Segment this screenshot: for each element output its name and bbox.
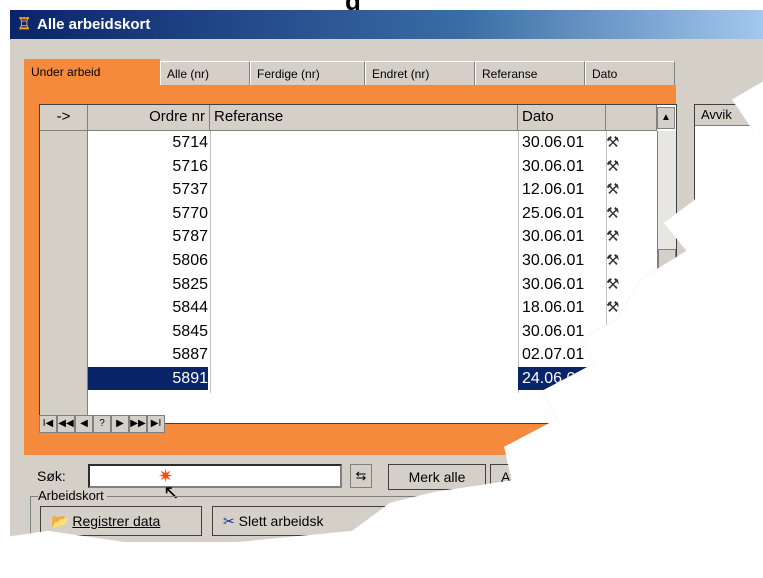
- delete-icon: ✂: [223, 513, 235, 529]
- window-title: Alle arbeidskort: [37, 16, 151, 33]
- dato-cell: 24.06.0: [518, 367, 602, 390]
- ordre-nr-cell: 5887: [172, 346, 208, 364]
- ordre-nr-cell: 5806: [172, 252, 208, 269]
- tab-referanse[interactable]: Referanse: [475, 61, 585, 85]
- indicator-header[interactable]: ->: [40, 105, 88, 131]
- table-row[interactable]: 5737 12.06.01 ⚒: [40, 178, 619, 201]
- hammer-icon[interactable]: ⚒: [606, 251, 628, 270]
- hammer-icon[interactable]: ⚒: [606, 204, 628, 223]
- dato-cell: 02.07.01: [522, 346, 585, 364]
- ordre-nr-cell: 5845: [172, 322, 208, 340]
- hammer-icon[interactable]: ⚒: [606, 227, 628, 246]
- ordre-nr-cell: 5737: [172, 181, 208, 199]
- vertical-scrollbar[interactable]: [657, 131, 676, 393]
- table-row[interactable]: 5806 30.06.01 ⚒: [40, 249, 619, 272]
- tool-header[interactable]: [606, 105, 657, 131]
- ordre-nr-cell: 5844: [172, 299, 208, 317]
- registrer-data-button[interactable]: 📂 Registrer data: [40, 506, 202, 536]
- hammer-icon[interactable]: ⚒: [606, 322, 628, 341]
- search-button[interactable]: ⇆: [350, 464, 372, 488]
- nav-prev-page-button[interactable]: ◀◀: [57, 415, 75, 433]
- arbeidskort-group-label: Arbeidskort: [38, 488, 107, 503]
- dato-header[interactable]: Dato: [518, 105, 606, 131]
- table-row[interactable]: 5825 30.06.01 ⚒: [40, 273, 619, 296]
- dato-cell: 30.06.01: [522, 228, 585, 246]
- nav-next-button[interactable]: ▶: [111, 415, 129, 433]
- ordre-nr-cell: 5891: [88, 367, 208, 390]
- ordre-nr-cell: 5787: [172, 228, 208, 246]
- ordre-nr-cell: 5714: [172, 134, 208, 151]
- orders-grid: -> Ordre nr Referanse Dato 5714 30.06.01 ⚒…: [39, 104, 677, 424]
- search-label: Søk:: [37, 468, 66, 484]
- dato-cell: 30.06.01: [522, 157, 585, 175]
- nav-next-page-button[interactable]: ▶▶: [129, 415, 147, 433]
- table-row[interactable]: 5770 25.06.01 ⚒: [40, 202, 619, 225]
- table-row[interactable]: 5887 02.07.01 ⚒: [40, 343, 619, 366]
- table-row[interactable]: 5891 24.06.0 ⚒: [40, 367, 619, 390]
- hammer-icon[interactable]: ⚒: [606, 157, 628, 176]
- table-row[interactable]: 5716 30.06.01 ⚒: [40, 155, 619, 178]
- dato-cell: 30.06.01: [522, 322, 585, 340]
- app-icon: ♖: [17, 15, 32, 33]
- tab-endret[interactable]: Endret (nr): [365, 61, 475, 85]
- referanse-header[interactable]: Referanse: [210, 105, 518, 131]
- tab-alle[interactable]: Alle (nr): [160, 61, 250, 85]
- dato-cell: 30.06.01: [522, 134, 585, 151]
- ordre-nr-header[interactable]: Ordre nr: [88, 105, 210, 131]
- tab-ferdige[interactable]: Ferdige (nr): [250, 61, 365, 85]
- hammer-icon[interactable]: ⚒: [606, 180, 628, 199]
- nav-last-button[interactable]: ▶I: [147, 415, 165, 433]
- avvik-button[interactable]: Avvi: [490, 464, 550, 490]
- ordre-nr-cell: 5825: [172, 275, 208, 293]
- dato-cell: 12.06.01: [522, 181, 585, 199]
- nav-help-button[interactable]: ?: [93, 415, 111, 433]
- hammer-icon[interactable]: ⚒: [606, 345, 628, 364]
- table-row[interactable]: 5787 30.06.01 ⚒: [40, 225, 619, 248]
- scroll-thumb[interactable]: [658, 249, 676, 273]
- ordre-nr-cell: 5716: [172, 157, 208, 175]
- nav-first-button[interactable]: I◀: [39, 415, 57, 433]
- dato-cell: 30.06.01: [522, 252, 585, 269]
- ordre-nr-cell: 5770: [172, 204, 208, 222]
- window: ♖ Alle arbeidskort Under arbeid Alle (nr…: [10, 10, 763, 542]
- hammer-icon[interactable]: ⚒: [606, 275, 628, 294]
- tab-under-arbeid[interactable]: Under arbeid: [24, 59, 160, 87]
- folder-open-icon: 📂: [51, 513, 69, 529]
- scroll-up-button[interactable]: ▲: [657, 107, 675, 129]
- slett-arbeidskort-button[interactable]: ✂ Slett arbeidsk: [212, 506, 387, 536]
- avvik-panel: Avvik: [694, 104, 763, 236]
- tab-dato[interactable]: Dato: [585, 61, 675, 85]
- hammer-icon[interactable]: ⚒: [606, 369, 628, 388]
- dato-cell: 25.06.01: [522, 204, 585, 222]
- avvik-header[interactable]: Avvik: [695, 105, 763, 126]
- table-row[interactable]: 5844 18.06.01 ⚒: [40, 296, 619, 319]
- merk-alle-button[interactable]: Merk alle: [388, 464, 486, 490]
- search-input[interactable]: [88, 464, 342, 488]
- dato-cell: 18.06.01: [522, 299, 585, 317]
- nav-prev-button[interactable]: ◀: [75, 415, 93, 433]
- title-bar: ♖ Alle arbeidskort: [10, 10, 763, 39]
- table-row[interactable]: 5845 30.06.01 ⚒: [40, 320, 619, 343]
- hammer-icon[interactable]: ⚒: [606, 133, 628, 152]
- hammer-icon[interactable]: ⚒: [606, 298, 628, 317]
- dato-cell: 30.06.01: [522, 275, 585, 293]
- table-row[interactable]: 5714 30.06.01 ⚒: [40, 131, 619, 154]
